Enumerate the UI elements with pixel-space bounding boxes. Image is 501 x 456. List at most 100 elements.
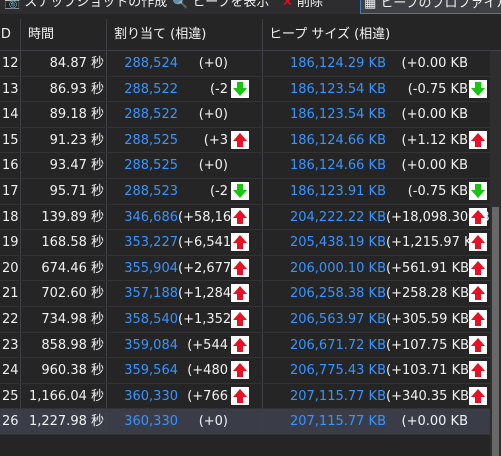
heap-size-value[interactable]: 186,123.54 KB <box>266 102 386 127</box>
column-divider[interactable] <box>106 19 107 50</box>
table-row[interactable]: 23 858.98 秒 359,084 (+544 206,671.72 KB (+107… <box>0 332 490 359</box>
heap-size-value[interactable]: 186,123.91 KB <box>266 179 386 204</box>
column-header-heap-size[interactable]: ヒープ サイズ (相違) <box>269 19 489 50</box>
heap-size-diff[interactable]: (+561.91 KB <box>386 256 469 281</box>
heap-size-diff[interactable]: (+103.71 KB <box>386 358 469 383</box>
heap-size-value[interactable]: 186,124.29 KB <box>266 51 386 76</box>
column-divider <box>20 76 21 102</box>
column-divider <box>20 306 21 332</box>
heap-size-value[interactable]: 186,124.66 KB <box>266 153 386 178</box>
allocations-value[interactable]: 360,330 <box>108 409 178 434</box>
heap-size-diff[interactable]: (+0.00 KB <box>386 153 469 178</box>
heap-size-value[interactable]: 207,115.77 KB <box>266 409 386 434</box>
allocations-diff[interactable]: (-2 <box>178 77 228 102</box>
allocations-value[interactable]: 288,523 <box>108 179 178 204</box>
allocations-value[interactable]: 288,525 <box>108 128 178 153</box>
heap-size-diff[interactable]: (+258.28 KB <box>386 281 469 306</box>
heap-size-diff[interactable]: (-0.75 KB <box>386 77 468 102</box>
heap-profile-button[interactable]: ▦ ヒープのプロファイル <box>360 0 501 14</box>
allocations-diff[interactable]: (+58,163 <box>178 205 239 230</box>
column-header-allocations[interactable]: 割り当て (相違) <box>114 19 262 50</box>
table-row[interactable]: 18 139.89 秒 346,686 (+58,163 204,222.22 KB (+… <box>0 204 490 231</box>
allocations-diff[interactable]: (+1,284 <box>178 281 231 306</box>
heap-size-value[interactable]: 206,000.10 KB <box>266 256 386 281</box>
table-row[interactable]: 21 702.60 秒 357,188 (+1,284 206,258.38 KB (+2… <box>0 281 490 307</box>
column-divider <box>106 332 107 358</box>
snapshot-time: 734.98 秒 <box>41 311 104 327</box>
allocations-diff[interactable]: (+0) <box>178 102 228 127</box>
heap-size-value[interactable]: 206,563.97 KB <box>266 307 386 332</box>
table-row[interactable]: 24 960.38 秒 359,564 (+480 206,775.43 KB (+103… <box>0 358 490 384</box>
allocations-diff[interactable]: (+544 <box>178 333 228 358</box>
heap-size-value[interactable]: 204,222.22 KB <box>266 205 386 230</box>
column-header-time[interactable]: 時間 <box>28 19 106 50</box>
column-divider[interactable] <box>262 19 263 50</box>
heap-size-value[interactable]: 206,775.43 KB <box>266 358 386 383</box>
heap-size-value[interactable]: 186,124.66 KB <box>266 128 386 153</box>
heap-size-value[interactable]: 205,438.19 KB <box>266 230 386 255</box>
up-arrow-icon <box>469 284 487 303</box>
snapshot-time: 139.89 秒 <box>41 209 104 225</box>
take-snapshot-button[interactable]: 📷 スナップショットの作成 <box>4 0 167 12</box>
allocations-value[interactable]: 288,522 <box>108 77 178 102</box>
table-row[interactable]: 20 674.46 秒 355,904 (+2,677 206,000.10 KB (+5… <box>0 255 490 282</box>
table-row[interactable]: 14 89.18 秒 288,522 (+0) 186,123.54 KB (+0.00 … <box>0 102 490 128</box>
heap-size-value[interactable]: 207,115.77 KB <box>266 384 386 409</box>
allocations-diff[interactable]: (+766 <box>178 384 228 409</box>
allocations-diff[interactable]: (-2 <box>178 179 228 204</box>
heap-size-diff[interactable]: (+1.12 KB <box>386 128 469 153</box>
allocations-value[interactable]: 355,904 <box>108 256 178 281</box>
delete-button[interactable]: ✕ 削除 <box>282 0 323 12</box>
up-arrow-icon <box>469 361 487 380</box>
allocations-value[interactable]: 346,686 <box>108 205 178 230</box>
column-divider <box>262 281 263 306</box>
table-row[interactable]: 12 84.87 秒 288,524 (+0) 186,124.29 KB (+0.00 … <box>0 51 490 77</box>
allocations-diff[interactable]: (+0) <box>178 51 228 76</box>
allocations-diff[interactable]: (+480 <box>178 358 228 383</box>
view-heap-label: ヒープを表示 <box>192 0 270 10</box>
vertical-scrollbar[interactable] <box>490 51 501 456</box>
view-heap-button[interactable]: 🔍 ヒープを表示 <box>172 0 269 12</box>
heap-size-value[interactable]: 206,258.38 KB <box>266 281 386 306</box>
heap-size-diff[interactable]: (-0.75 KB <box>386 179 468 204</box>
heap-size-diff[interactable]: (+305.59 KB <box>386 307 469 332</box>
column-header-id[interactable]: ID <box>0 19 17 50</box>
column-divider <box>106 127 107 153</box>
table-row[interactable]: 25 1,166.04 秒 360,330 (+766 207,115.77 KB (+3… <box>0 383 490 410</box>
column-divider[interactable] <box>20 19 21 50</box>
heap-size-diff[interactable]: (+18,098.30 KB <box>386 205 490 230</box>
allocations-value[interactable]: 288,525 <box>108 153 178 178</box>
allocations-value[interactable]: 359,564 <box>108 358 178 383</box>
allocations-value[interactable]: 288,522 <box>108 102 178 127</box>
allocations-value[interactable]: 359,084 <box>108 333 178 358</box>
table-row[interactable]: 13 86.93 秒 288,522 (-2 186,123.54 KB (-0.75 K… <box>0 76 490 103</box>
up-arrow-icon <box>469 207 487 226</box>
heap-size-diff[interactable]: (+340.35 KB <box>386 384 469 409</box>
table-row[interactable]: 16 93.47 秒 288,525 (+0) 186,124.66 KB (+0.00 … <box>0 153 490 179</box>
heap-size-diff[interactable]: (+107.75 KB <box>386 333 469 358</box>
allocations-value[interactable]: 358,540 <box>108 307 178 332</box>
heap-size-value[interactable]: 186,123.54 KB <box>266 77 386 102</box>
allocations-diff[interactable]: (+3 <box>178 128 228 153</box>
allocations-diff[interactable]: (+6,541 <box>178 230 231 255</box>
allocations-value[interactable]: 288,524 <box>108 51 178 76</box>
scrollbar-thumb[interactable] <box>492 207 499 456</box>
heap-size-diff[interactable]: (+0.00 KB <box>386 102 469 127</box>
column-divider <box>106 102 107 127</box>
heap-size-diff[interactable]: (+1,215.97 KB <box>386 230 481 255</box>
table-row[interactable]: 26 1,227.98 秒 360,330 (+0) 207,115.77 KB (+0.… <box>0 409 490 435</box>
table-row[interactable]: 17 95.71 秒 288,523 (-2 186,123.91 KB (-0.75 K… <box>0 178 490 205</box>
heap-size-diff[interactable]: (+0.00 KB <box>386 51 469 76</box>
allocations-diff[interactable]: (+2,677 <box>178 256 231 281</box>
table-row[interactable]: 22 734.98 秒 358,540 (+1,352 206,563.97 KB (+3… <box>0 306 490 333</box>
heap-size-diff[interactable]: (+0.00 KB <box>386 409 469 434</box>
allocations-diff[interactable]: (+1,352 <box>178 307 231 332</box>
allocations-value[interactable]: 360,330 <box>108 384 178 409</box>
heap-size-value[interactable]: 206,671.72 KB <box>266 333 386 358</box>
allocations-value[interactable]: 357,188 <box>108 281 178 306</box>
allocations-diff[interactable]: (+0) <box>178 409 228 434</box>
allocations-diff[interactable]: (+0) <box>178 153 228 178</box>
table-row[interactable]: 19 168.58 秒 353,227 (+6,541 205,438.19 KB (+1… <box>0 230 490 256</box>
table-row[interactable]: 15 91.23 秒 288,525 (+3 186,124.66 KB (+1.12 K… <box>0 127 490 154</box>
allocations-value[interactable]: 353,227 <box>108 230 178 255</box>
